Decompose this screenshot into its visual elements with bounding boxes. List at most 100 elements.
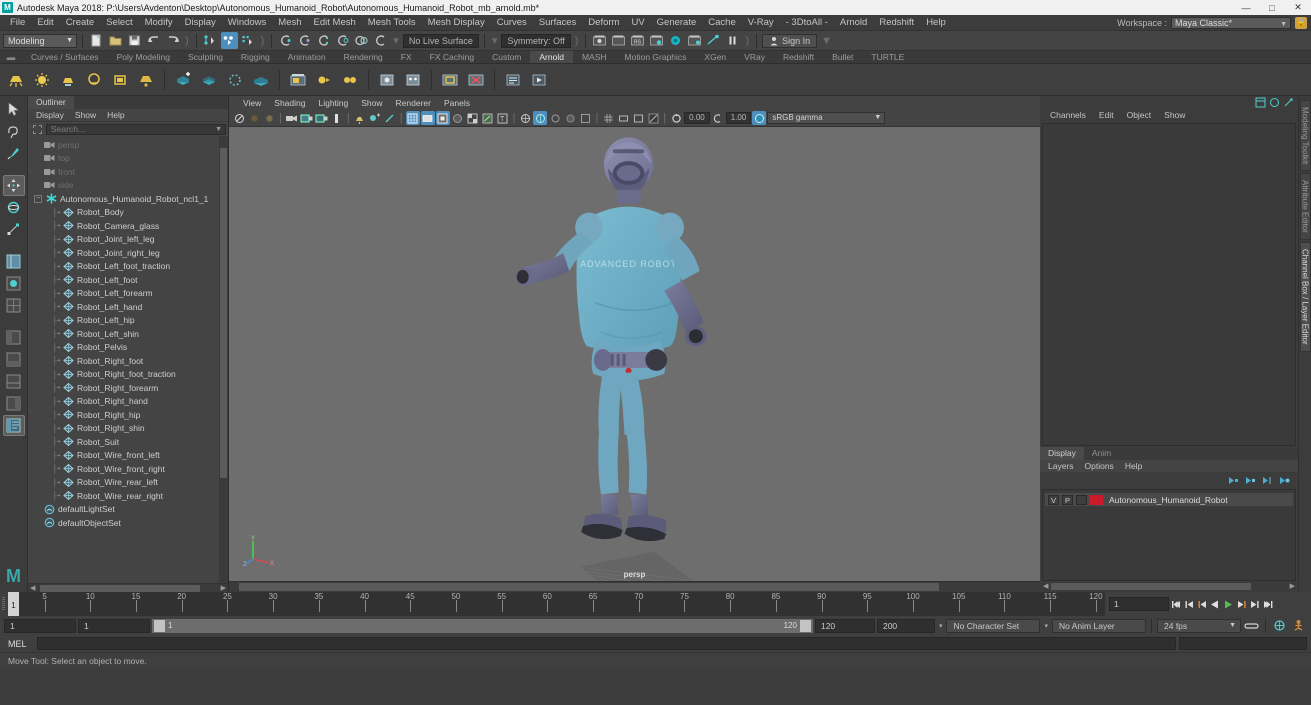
layer-shading-toggle[interactable]	[1076, 494, 1087, 505]
arnold-standin-icon[interactable]	[197, 68, 221, 92]
channelbox-menu-show[interactable]: Show	[1158, 109, 1191, 122]
step-forward-frame-button[interactable]	[1235, 596, 1247, 612]
persp-outliner-layout-icon[interactable]	[3, 393, 25, 414]
animation-preferences-button[interactable]	[1271, 617, 1288, 634]
menu-item-create[interactable]: Create	[60, 15, 101, 31]
shelf-handle-icon[interactable]: ▬	[0, 51, 22, 63]
arnold-render-region-icon[interactable]	[438, 68, 462, 92]
undo-button[interactable]	[145, 32, 162, 49]
shelf-tab-animation[interactable]: Animation	[279, 51, 335, 63]
step-forward-key-button[interactable]	[1248, 596, 1260, 612]
scroll-right-arrow-icon[interactable]: ▶	[1290, 582, 1295, 590]
select-by-object-type-button[interactable]	[220, 32, 238, 49]
save-scene-button[interactable]	[126, 32, 143, 49]
playback-loop-button[interactable]	[1243, 617, 1260, 634]
viewport-menu-renderer[interactable]: Renderer	[390, 96, 437, 110]
arnold-bake-icon[interactable]	[375, 68, 399, 92]
hypershade-layout-icon[interactable]	[3, 349, 25, 370]
shelf-tab-rendering[interactable]: Rendering	[335, 51, 392, 63]
command-output-field[interactable]	[1179, 637, 1307, 650]
outliner-item-robot-pelvis[interactable]: ├• Robot_Pelvis	[28, 341, 228, 355]
vtab-modeling-toolkit[interactable]: Modeling Toolkit	[1299, 100, 1311, 172]
outliner-menu-display[interactable]: Display	[31, 109, 69, 122]
vtab-attribute-editor[interactable]: Attribute Editor	[1299, 173, 1311, 241]
outliner-item-robot-left-foot[interactable]: ├• Robot_Left_foot	[28, 273, 228, 287]
go-to-start-button[interactable]	[1170, 596, 1182, 612]
menu-item-mesh-display[interactable]: Mesh Display	[422, 15, 491, 31]
vtab-channel-box-layer-editor[interactable]: Channel Box / Layer Editor	[1299, 242, 1311, 352]
grease-pencil-icon[interactable]	[330, 111, 344, 125]
redo-button[interactable]	[164, 32, 181, 49]
arnold-light-portal-icon[interactable]	[108, 68, 132, 92]
scroll-left-arrow-icon[interactable]: ◀	[1043, 582, 1048, 590]
menu-item-3dtoall[interactable]: - 3DtoAll -	[780, 15, 834, 31]
ipr-render-button[interactable]	[610, 32, 627, 49]
film-gate-icon[interactable]	[616, 111, 630, 125]
shelf-tab-redshift[interactable]: Redshift	[774, 51, 823, 63]
outliner-item-robot-joint-left-leg[interactable]: ├• Robot_Joint_left_leg	[28, 233, 228, 247]
lasso-tool[interactable]	[3, 121, 25, 142]
range-right-handle[interactable]	[799, 619, 811, 632]
select-camera-icon[interactable]	[232, 111, 246, 125]
outliner-item-robot-camera-glass[interactable]: ├• Robot_Camera_glass	[28, 219, 228, 233]
make-live-button[interactable]	[372, 32, 389, 49]
smooth-shading-icon[interactable]	[420, 111, 435, 125]
channelbox-menu-edit[interactable]: Edit	[1093, 109, 1120, 122]
menuset-dropdown[interactable]: Modeling ▼	[3, 33, 77, 48]
select-tool[interactable]	[3, 99, 25, 120]
menu-item-edit[interactable]: Edit	[31, 15, 59, 31]
minimize-button[interactable]: —	[1233, 0, 1259, 15]
arnold-skydome-light-icon[interactable]	[30, 68, 54, 92]
texture-display-icon[interactable]	[466, 111, 480, 125]
animation-start-time-field[interactable]: 1	[4, 618, 76, 633]
two-d-pan-zoom-icon[interactable]	[315, 111, 329, 125]
layer-row[interactable]: V P Autonomous_Humanoid_Robot	[1045, 493, 1293, 506]
chevron-down-icon[interactable]: ▼	[821, 35, 832, 47]
arnold-volume-icon[interactable]	[223, 68, 247, 92]
anim-layer-arrow-icon[interactable]: ▾	[1042, 622, 1050, 630]
menu-item-generate[interactable]: Generate	[651, 15, 703, 31]
select-by-component-type-button[interactable]	[240, 32, 257, 49]
outliner-item-robot-right-forearm[interactable]: ├• Robot_Right_forearm	[28, 381, 228, 395]
color-management-icon[interactable]	[752, 111, 767, 125]
select-by-hierarchy-button[interactable]	[202, 32, 219, 49]
scroll-thumb[interactable]	[40, 585, 200, 592]
snap-to-view-plane-button[interactable]	[353, 32, 370, 49]
move-tool[interactable]	[2, 175, 25, 196]
time-playhead[interactable]: 1	[8, 592, 19, 616]
viewport-horizontal-scrollbar[interactable]	[229, 581, 1040, 592]
shelf-tab-arnold[interactable]: Arnold	[530, 51, 573, 63]
step-back-frame-button[interactable]	[1196, 596, 1208, 612]
persp-graph-layout-icon[interactable]	[3, 371, 25, 392]
shelf-tab-sculpting[interactable]: Sculpting	[179, 51, 232, 63]
outliner-item-autonomous-humanoid-robot-ncl1-1[interactable]: − Autonomous_Humanoid_Robot_ncl1_1	[28, 192, 228, 206]
bookmark-camera-icon[interactable]	[285, 111, 299, 125]
rendering-flags-button[interactable]	[705, 32, 722, 49]
playback-start-time-field[interactable]: 1	[78, 618, 150, 633]
viewport-menu-lighting[interactable]: Lighting	[312, 96, 354, 110]
layer-menu-layers[interactable]: Layers	[1043, 460, 1079, 473]
persp-channelbox-layout-icon[interactable]	[2, 415, 25, 436]
outliner-item-robot-left-hip[interactable]: ├• Robot_Left_hip	[28, 314, 228, 328]
gate-mask-icon[interactable]	[646, 111, 660, 125]
outliner-vertical-scrollbar[interactable]	[219, 136, 228, 583]
menu-item-redshift[interactable]: Redshift	[873, 15, 920, 31]
arnold-add-standin-icon[interactable]	[171, 68, 195, 92]
outliner-item-robot-body[interactable]: ├• Robot_Body	[28, 206, 228, 220]
lock-camera-icon[interactable]	[247, 111, 261, 125]
outliner-item-robot-wire-front-left[interactable]: ├• Robot_Wire_front_left	[28, 449, 228, 463]
outliner-item-robot-right-hand[interactable]: ├• Robot_Right_hand	[28, 395, 228, 409]
go-to-end-button[interactable]	[1261, 596, 1273, 612]
outliner-menu-help[interactable]: Help	[102, 109, 129, 122]
live-surface-field[interactable]: No Live Surface	[402, 33, 479, 48]
outliner-horizontal-scrollbar[interactable]: ◀ ▶	[28, 583, 228, 592]
current-frame-field[interactable]: 1	[1109, 597, 1169, 611]
outliner-item-robot-left-hand[interactable]: ├• Robot_Left_hand	[28, 300, 228, 314]
new-scene-button[interactable]	[88, 32, 105, 49]
image-plane-icon[interactable]	[300, 111, 314, 125]
outliner-tree[interactable]: persp top front side − Autonomous_Humanoid_Ro…	[28, 136, 228, 583]
shelf-tab-curves-surfaces[interactable]: Curves / Surfaces	[22, 51, 108, 63]
scroll-left-arrow-icon[interactable]: ◀	[30, 585, 35, 592]
outliner-persp-layout-icon[interactable]	[3, 327, 25, 348]
shelf-tab-fx-caching[interactable]: FX Caching	[421, 51, 483, 63]
